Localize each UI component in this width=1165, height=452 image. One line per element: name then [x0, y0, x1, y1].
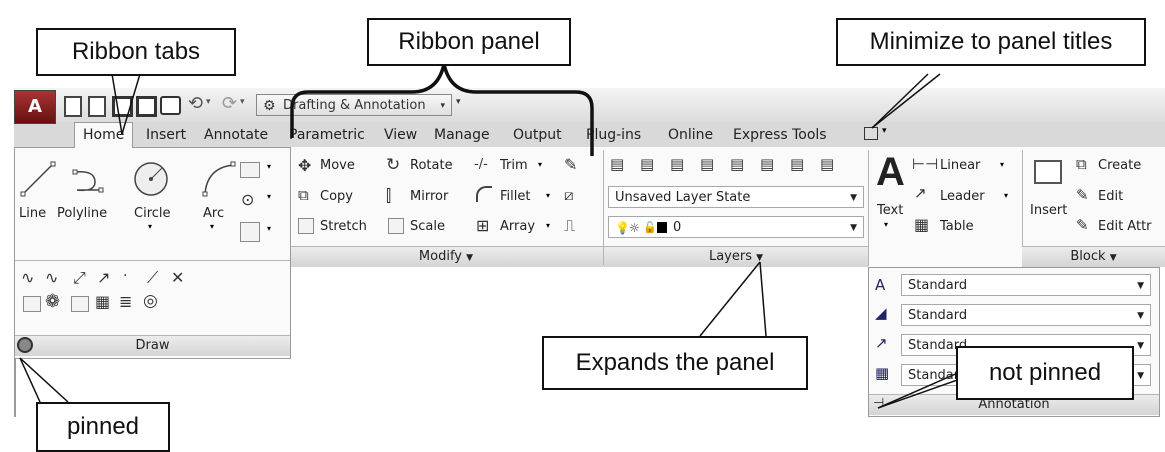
callout-minimize: Minimize to panel titles — [836, 18, 1146, 66]
callout-not-pinned: not pinned — [956, 346, 1134, 400]
callout-pinned: pinned — [36, 402, 170, 452]
callout-ribbon-panel: Ribbon panel — [367, 18, 571, 66]
callout-ribbon-tabs: Ribbon tabs — [36, 28, 236, 76]
callout-expands-panel: Expands the panel — [542, 336, 808, 390]
